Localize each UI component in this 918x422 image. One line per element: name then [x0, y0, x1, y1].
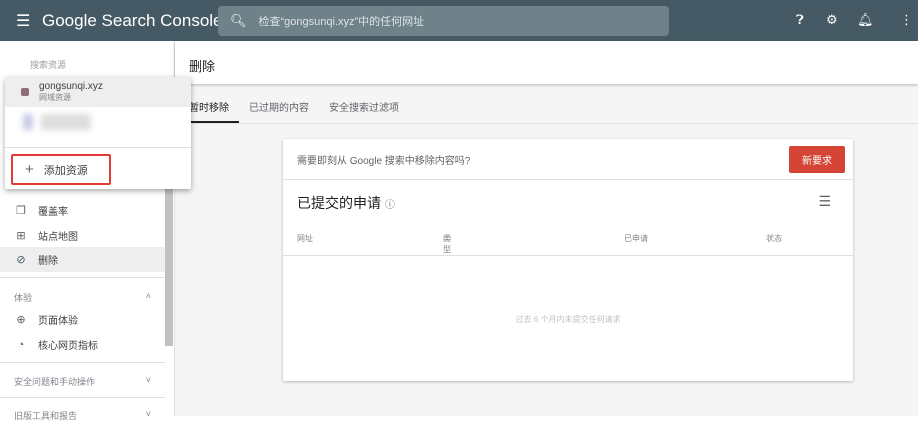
tabs: 暂时移除 已过期的内容 安全搜索过滤项	[175, 84, 918, 124]
add-property-label: 添加资源	[43, 164, 88, 177]
app-title[interactable]: Google Search Console	[42, 11, 224, 31]
section-label: 体验	[14, 293, 33, 303]
plus-icon: +	[25, 161, 34, 178]
apps-icon[interactable]: ⋮⋮	[900, 12, 918, 28]
favicon-icon	[21, 88, 29, 96]
section-label: 安全问题和手动操作	[14, 377, 96, 387]
section-experience[interactable]: 体验 ˄	[0, 291, 165, 304]
removal-prompt: 需要即刻从 Google 搜索中移除内容吗?	[297, 155, 471, 167]
account-settings-icon[interactable]: ⚙	[826, 12, 838, 28]
speed-icon: ◔	[17, 338, 25, 351]
add-property-button[interactable]: + 添加资源	[11, 154, 111, 185]
property-item[interactable]: gongsunqi.xyz 网域资源	[5, 77, 191, 107]
copy-icon: ❐	[16, 205, 26, 217]
column-url[interactable]: 网址	[297, 233, 313, 244]
sidebar-scrollbar[interactable]	[165, 186, 173, 346]
new-request-button[interactable]: 新要求	[789, 145, 845, 173]
notifications-icon[interactable]: 🔔︎	[857, 12, 874, 28]
search-icon: 🔍︎	[230, 13, 247, 28]
column-status[interactable]: 状态	[766, 233, 782, 244]
eye-off-icon: ⊘	[16, 254, 26, 266]
tab-outdated-content[interactable]: 已过期的内容	[239, 84, 319, 123]
page-title: 删除	[175, 41, 918, 84]
empty-state: 过去 6 个月内未提交任何请求	[515, 315, 621, 324]
sidebar-item-core-web-vitals[interactable]: ◔ 核心网页指标	[0, 332, 165, 357]
property-dropdown: gongsunqi.xyz 网域资源 + 添加资源	[5, 77, 191, 189]
help-icon[interactable]: ❓︎	[796, 12, 804, 28]
filter-icon[interactable]: ☰	[818, 193, 831, 213]
top-bar: ☰ Google Search Console 🔍︎ 检查“gongsunqi.…	[0, 0, 918, 41]
property-name: gongsunqi.xyz	[39, 81, 103, 92]
help-icon[interactable]: ⓘ	[385, 200, 395, 211]
property-item-redacted[interactable]	[5, 107, 191, 147]
main-content: 删除 暂时移除 已过期的内容 安全搜索过滤项 需要即刻从 Google 搜索中移…	[175, 41, 918, 416]
menu-icon[interactable]: ☰	[16, 11, 32, 31]
tab-safesearch-filtering[interactable]: 安全搜索过滤项	[319, 84, 409, 123]
chevron-up-icon: ˄	[145, 291, 151, 301]
sidebar-item-label: 核心网页指标	[38, 341, 98, 352]
property-selector-label: 搜索资源	[30, 60, 67, 70]
section-title: 已提交的申请	[297, 195, 381, 211]
sitemap-icon: ⊞	[16, 230, 26, 242]
sidebar-item-label: 页面体验	[38, 316, 78, 327]
plus-circle-icon: ⊕	[16, 314, 26, 326]
sidebar-item-label: 覆盖率	[38, 207, 68, 218]
sidebar-item-label: 删除	[38, 256, 58, 267]
sidebar-item-page-experience[interactable]: ⊕ 页面体验	[0, 307, 165, 332]
section-security[interactable]: 安全问题和手动操作 ˅	[0, 375, 165, 388]
search-input[interactable]: 🔍︎ 检查“gongsunqi.xyz”中的任何网址	[218, 6, 669, 36]
column-label: 类型	[443, 234, 451, 254]
property-type: 网域资源	[39, 93, 71, 102]
sidebar-item-coverage[interactable]: ❐ 覆盖率	[0, 198, 165, 223]
sidebar-item-sitemaps[interactable]: ⊞ 站点地图	[0, 223, 165, 248]
column-type[interactable]: 类型 ⓘ	[443, 233, 451, 254]
search-placeholder: 检查“gongsunqi.xyz”中的任何网址	[258, 16, 425, 28]
requests-card: 需要即刻从 Google 搜索中移除内容吗? 新要求 已提交的申请 ⓘ ☰ 网址…	[283, 139, 853, 381]
chevron-down-icon: ˅	[145, 375, 151, 385]
sidebar-item-label: 站点地图	[38, 232, 78, 243]
sidebar-item-removals[interactable]: ⊘ 删除	[0, 247, 165, 272]
column-requested[interactable]: 已申请	[624, 233, 648, 244]
